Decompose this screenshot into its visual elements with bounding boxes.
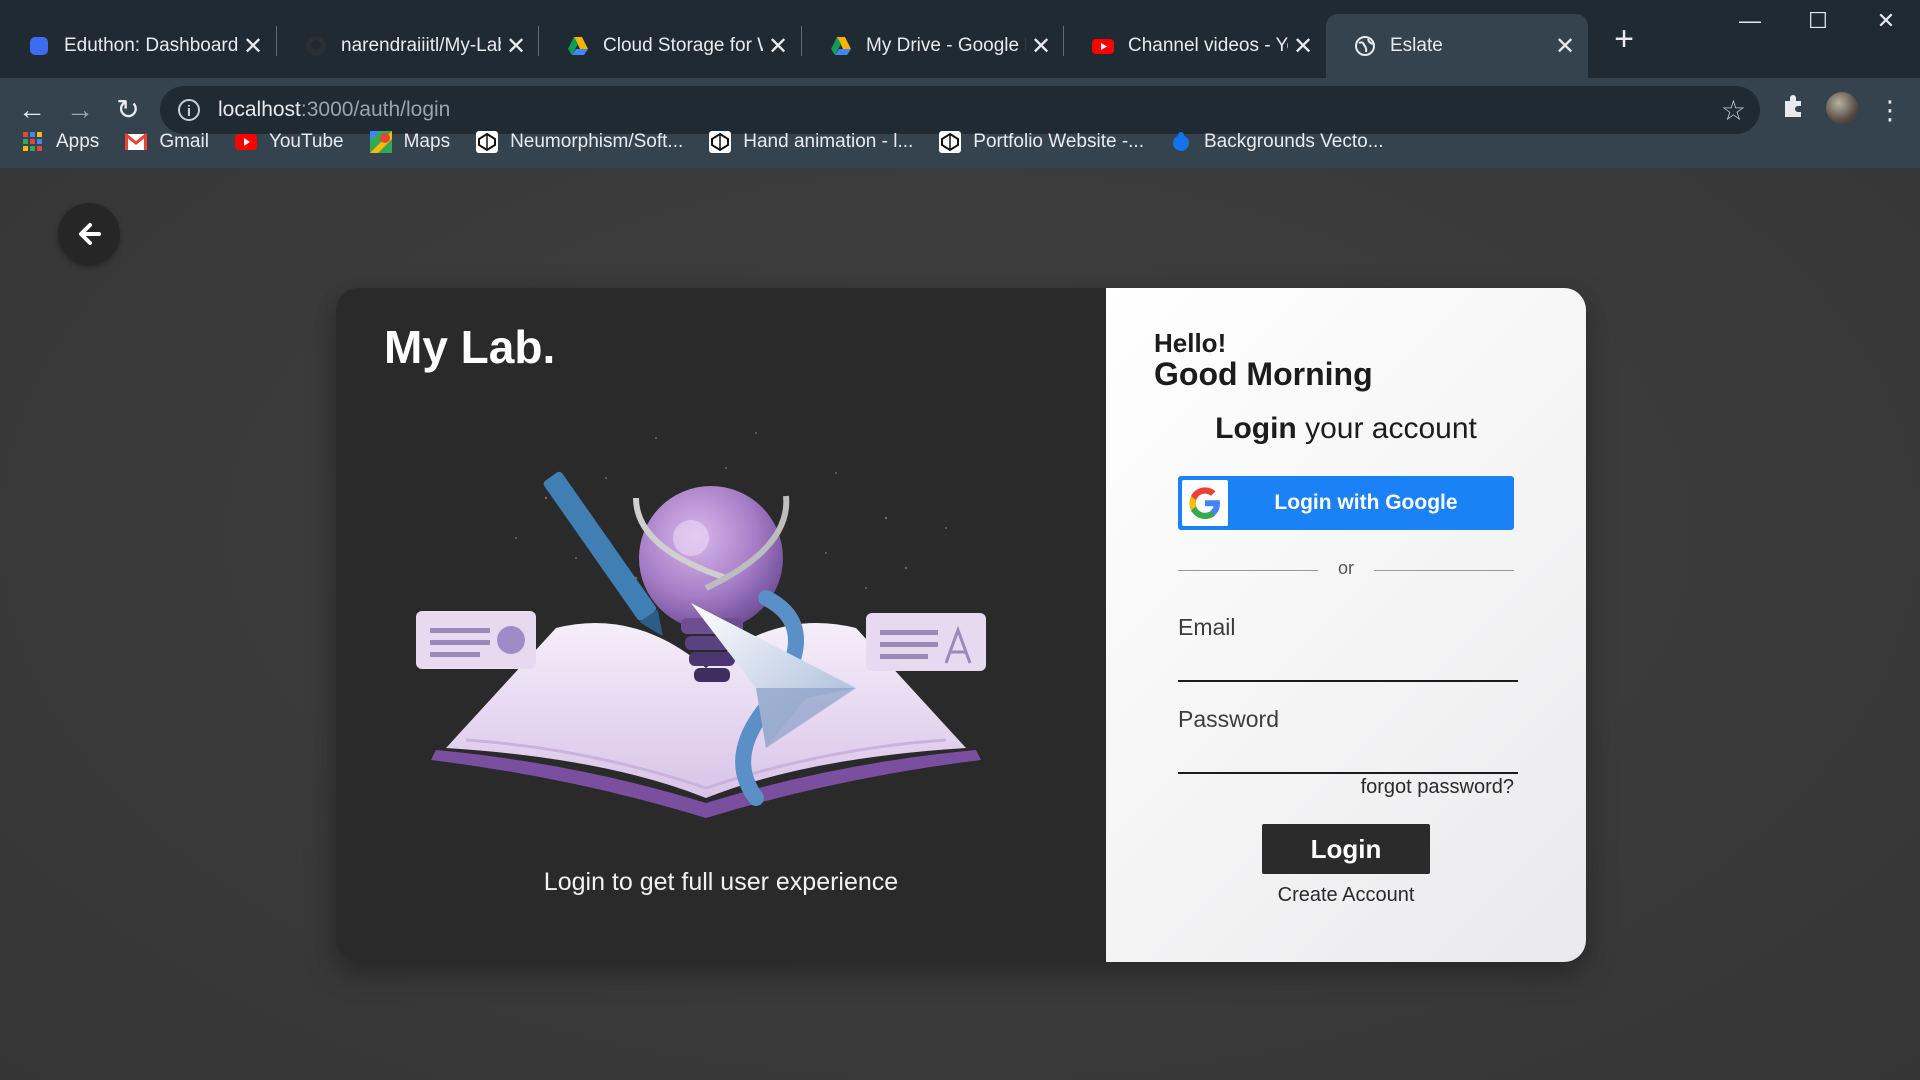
bookmark-gmail[interactable]: Gmail [125,131,209,153]
bookmark-label: Hand animation - l... [743,131,914,152]
forgot-password-link[interactable]: forgot password? [1361,776,1514,799]
close-icon[interactable]: ✕ [1550,32,1580,61]
google-g-icon [1182,480,1228,526]
tab-title: Cloud Storage for W [603,35,763,56]
tab-my-drive[interactable]: My Drive - Google D ✕ [802,14,1064,78]
password-label: Password [1178,706,1279,732]
auth-card: My Lab. Login to get full user experienc… [336,288,1586,962]
tab-eduthon[interactable]: Eduthon: Dashboard ✕ [0,14,276,78]
password-field[interactable] [1178,740,1518,774]
login-with-google-button[interactable]: Login with Google [1178,476,1514,530]
gmail-icon [125,131,148,153]
github-favicon [305,35,327,57]
globe-favicon [1354,35,1376,57]
bookmark-youtube[interactable]: YouTube [234,131,344,153]
close-icon[interactable]: ✕ [501,32,531,61]
illustration-panel: My Lab. Login to get full user experienc… [336,288,1106,962]
bookmark-label: Neumorphism/Soft... [510,131,684,152]
bookmark-neumorphism[interactable]: Neumorphism/Soft... [476,131,683,153]
greeting-heading: Good Morning [1154,356,1373,392]
bookmark-backgrounds[interactable]: Backgrounds Vecto... [1170,131,1384,153]
new-tab-plus-icon[interactable]: + [1606,22,1642,58]
tab-github[interactable]: narendraiiitl/My-Lab ✕ [277,14,539,78]
tab-eslate[interactable]: Eslate ✕ [1326,14,1588,78]
freepik-icon [1170,131,1192,153]
email-label: Email [1178,614,1236,640]
page-viewport: My Lab. Login to get full user experienc… [0,168,1920,1080]
google-drive-favicon [830,35,852,57]
bookmark-label: Gmail [159,131,209,152]
create-account-link[interactable]: Create Account [1106,884,1586,907]
arrow-left-icon [79,223,101,245]
close-icon[interactable]: ✕ [763,32,793,61]
email-field[interactable] [1178,648,1518,682]
tab-title: Eduthon: Dashboard [64,35,238,56]
login-button[interactable]: Login [1262,824,1430,874]
bookmark-label: Maps [403,131,451,152]
maps-icon [369,131,392,153]
bookmark-portfolio[interactable]: Portfolio Website -... [939,131,1144,153]
tab-cloud-storage[interactable]: Cloud Storage for W ✕ [539,14,801,78]
tagline-text: Login to get full user experience [543,868,899,896]
bookmark-maps[interactable]: Maps [369,131,451,153]
maximize-icon[interactable]: ☐ [1784,8,1852,40]
login-title: Login your account [1215,412,1477,445]
bookmark-apps[interactable]: Apps [22,131,99,153]
tab-youtube[interactable]: Channel videos - You ✕ [1064,14,1326,78]
youtube-favicon [1092,35,1114,57]
eduthon-favicon [28,35,50,57]
book-lightbulb-illustration [416,432,986,818]
login-panel: Hello! Good Morning Login your account L… [1106,288,1586,962]
back-button[interactable] [58,203,120,265]
bookmark-hand-animation[interactable]: Hand animation - l... [709,131,913,153]
hello-heading: Hello! [1154,328,1227,358]
bookmark-label: YouTube [268,131,344,152]
tab-title: Eslate [1390,35,1443,56]
tab-title: My Drive - Google D [866,35,1026,56]
tab-title: Channel videos - You [1128,35,1288,56]
brand-title: My Lab. [384,321,556,373]
browser-tabstrip: Eduthon: Dashboard ✕ narendraiiitl/My-La… [0,0,1920,78]
apps-grid-icon [22,131,44,153]
google-drive-favicon [567,35,589,57]
tab-title: narendraiiitl/My-Lab [341,35,501,56]
codepen-icon [939,131,962,153]
bookmark-label: Backgrounds Vecto... [1204,131,1384,152]
bookmarks-bar: Apps Gmail YouTube Maps Neumorphism/Soft… [0,118,1920,166]
close-icon[interactable]: ✕ [1026,32,1056,61]
youtube-icon [234,131,257,153]
or-text: or [1337,558,1354,578]
codepen-icon [476,131,499,153]
window-close-icon[interactable]: ✕ [1852,8,1920,40]
divider-line [1374,570,1514,571]
bookmark-label: Apps [56,131,100,152]
close-icon[interactable]: ✕ [238,32,268,61]
google-button-label: Login with Google [1274,491,1458,514]
close-icon[interactable]: ✕ [1288,32,1318,61]
bookmark-label: Portfolio Website -... [973,131,1144,152]
minimize-icon[interactable]: — [1716,8,1784,40]
or-divider: or [1178,558,1514,582]
codepen-icon [709,131,732,153]
